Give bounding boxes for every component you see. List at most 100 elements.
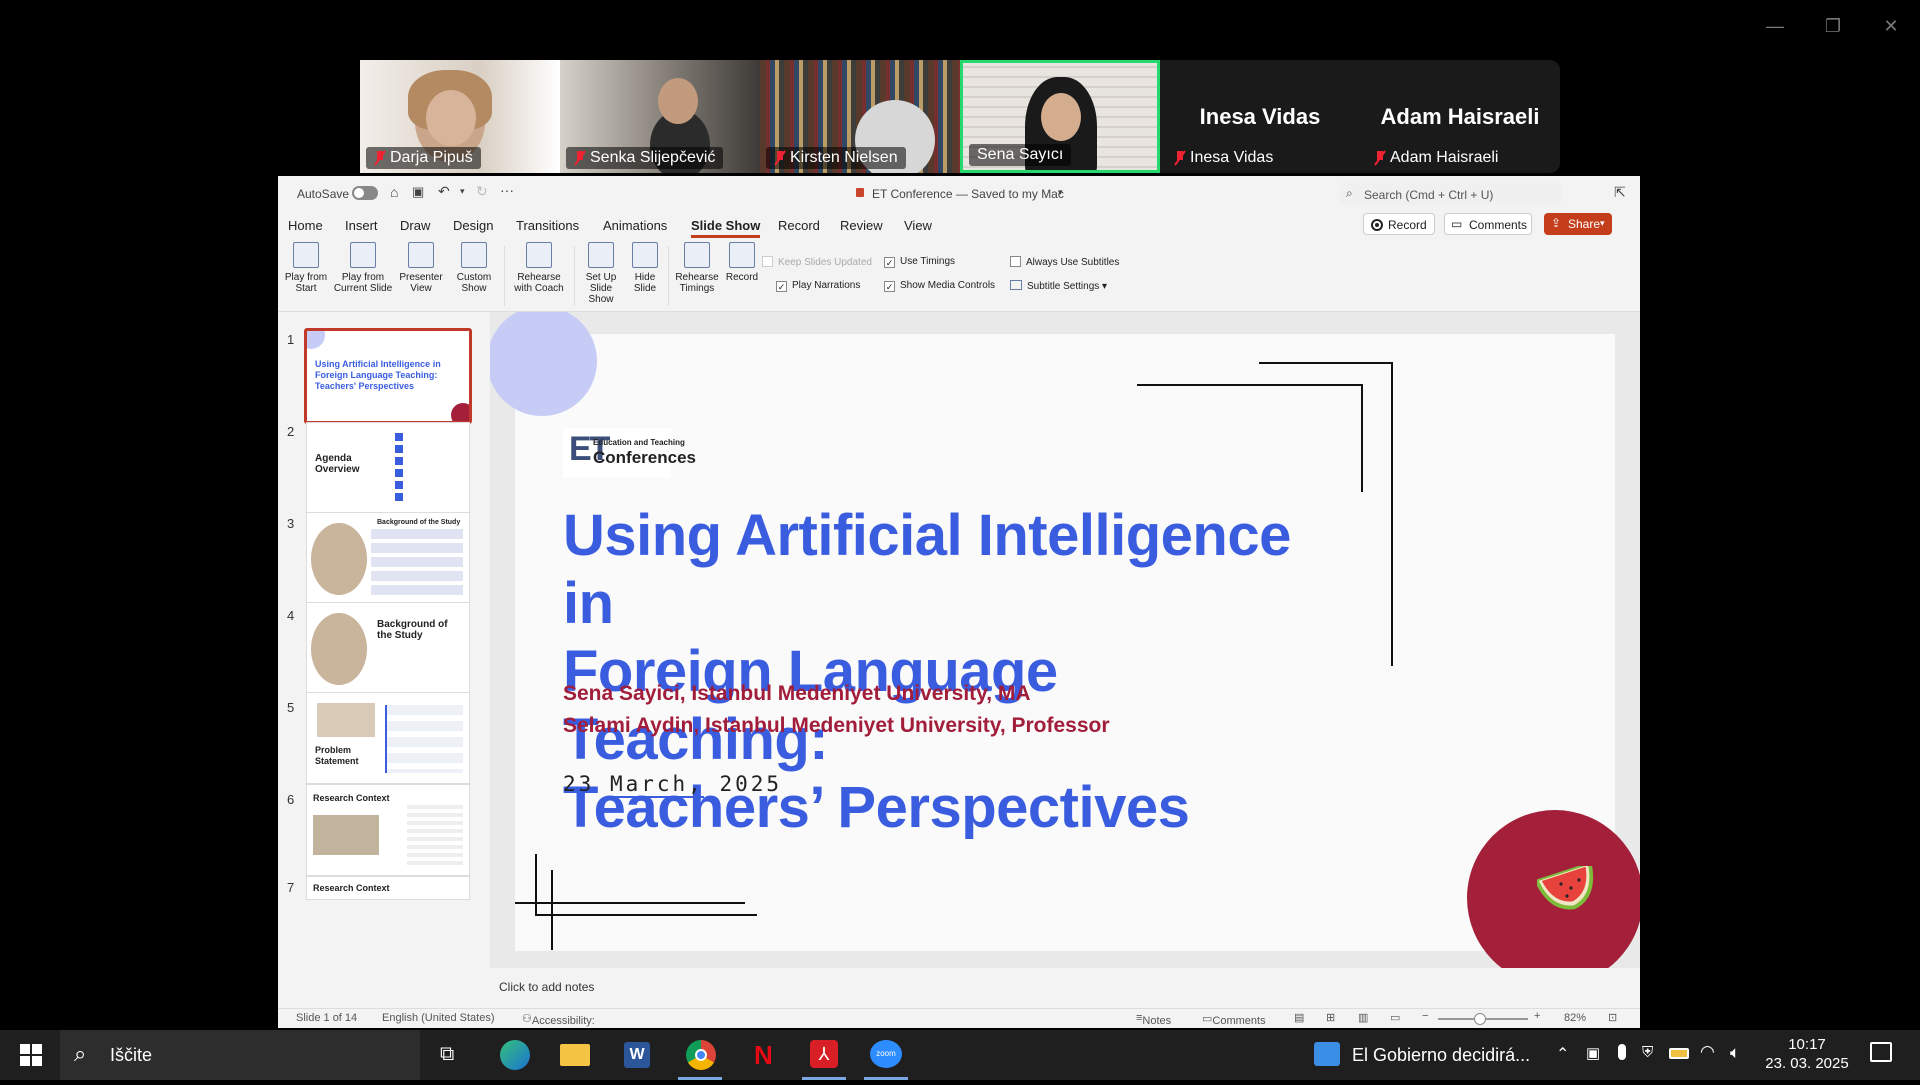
slide-thumbnail-5[interactable]: Problem Statement <box>306 692 470 784</box>
fit-slide-icon[interactable]: ⊡ <box>1608 1011 1617 1024</box>
search-icon: ⌕ <box>1346 186 1353 200</box>
task-view-icon[interactable]: ⧉ <box>430 1030 470 1080</box>
zoom-level[interactable]: 82% <box>1564 1012 1586 1024</box>
accessibility-status[interactable]: ⚇ Accessibility: Investigate <box>522 1012 595 1028</box>
zoom-out-icon[interactable]: − <box>1422 1010 1428 1022</box>
presenter-view-button[interactable]: Presenter View <box>396 242 446 294</box>
tab-slide-show[interactable]: Slide Show <box>691 218 761 238</box>
participant-tile[interactable]: Kirsten Nielsen <box>760 60 960 173</box>
windows-taskbar: ⌕ Iščite ⧉ W N ⅄ zoom El Gobierno decidi… <box>0 1030 1920 1080</box>
slide-thumbnail-1[interactable]: Using Artificial Intelligence in Foreign… <box>304 328 472 424</box>
security-icon[interactable]: ⛨ <box>1638 1030 1662 1080</box>
play-from-current-button[interactable]: Play from Current Slide <box>332 242 394 294</box>
tab-animations[interactable]: Animations <box>603 218 667 233</box>
slide-thumbnail-7[interactable]: Research Context <box>306 876 470 900</box>
tab-draw[interactable]: Draw <box>400 218 430 233</box>
play-from-start-button[interactable]: Play from Start <box>284 242 328 294</box>
zoom-icon[interactable]: zoom <box>864 1030 908 1080</box>
microphone-icon[interactable] <box>1610 1030 1634 1080</box>
clock[interactable]: 10:17 23. 03. 2025 <box>1762 1030 1852 1080</box>
share-link-icon[interactable]: ⇱ <box>1614 184 1626 201</box>
participant-tile[interactable]: Senka Slijepčević <box>560 60 760 173</box>
autosave-toggle[interactable] <box>352 186 378 200</box>
record-button[interactable]: Record <box>1363 213 1435 235</box>
tray-overflow-icon[interactable]: ⌃ <box>1552 1030 1576 1080</box>
subtitle-settings-dropdown[interactable]: Subtitle Settings ▾ <box>1010 280 1107 292</box>
acrobat-icon[interactable]: ⅄ <box>802 1030 846 1080</box>
setup-slide-show-button[interactable]: Set Up Slide Show <box>576 242 626 305</box>
normal-view-icon[interactable]: ▤ <box>1294 1011 1304 1024</box>
chrome-icon[interactable] <box>678 1030 722 1080</box>
participant-tile[interactable]: Inesa Vidas Inesa Vidas <box>1160 60 1360 173</box>
home-icon[interactable]: ⌂ <box>390 184 398 200</box>
restore-button[interactable]: ❐ <box>1818 14 1848 38</box>
news-widget[interactable]: El Gobierno decidirá... <box>1310 1030 1540 1080</box>
battery-icon[interactable] <box>1666 1030 1692 1080</box>
slide-thumbnail-6[interactable]: Research Context <box>306 784 470 876</box>
record-slideshow-button[interactable]: Record <box>724 242 760 283</box>
taskbar-search-text: Iščite <box>110 1045 153 1065</box>
participant-display-name: Adam Haisraeli <box>1380 104 1540 129</box>
slide-thumbnail-2[interactable]: Agenda Overview <box>306 422 470 514</box>
slide[interactable]: ET Education and Teaching Conferences Us… <box>490 312 1640 968</box>
notifications-icon[interactable] <box>1862 1030 1902 1080</box>
always-use-subtitles-checkbox[interactable]: Always Use Subtitles <box>1010 256 1119 268</box>
start-button[interactable] <box>12 1030 52 1080</box>
tab-transitions[interactable]: Transitions <box>516 218 579 233</box>
participant-tile-active[interactable]: Sena Sayıcı <box>960 60 1160 173</box>
search-box[interactable]: ⌕ Search (Cmd + Ctrl + U) <box>1340 183 1562 205</box>
file-explorer-icon[interactable] <box>554 1030 598 1080</box>
play-narrations-checkbox[interactable]: ✓ Play Narrations <box>776 280 860 292</box>
close-button[interactable]: ✕ <box>1876 14 1906 38</box>
slide-sorter-icon[interactable]: ⊞ <box>1326 1011 1335 1024</box>
minimize-button[interactable]: — <box>1760 14 1790 38</box>
tab-view[interactable]: View <box>904 218 932 233</box>
notes-pane[interactable]: Click to add notes <box>490 968 1640 1008</box>
tab-design[interactable]: Design <box>453 218 493 233</box>
word-icon[interactable]: W <box>616 1030 660 1080</box>
rehearse-timings-button[interactable]: Rehearse Timings <box>672 242 722 294</box>
play-icon <box>293 242 319 268</box>
show-media-controls-checkbox[interactable]: ✓ Show Media Controls <box>884 280 995 292</box>
participant-tile[interactable]: Adam Haisraeli Adam Haisraeli <box>1360 60 1560 173</box>
slide-author-2[interactable]: Selami Aydin, Istanbul Medeniyet Univers… <box>563 714 1110 738</box>
language-status[interactable]: English (United States) <box>382 1012 495 1024</box>
slide-author-1[interactable]: Sena Sayici, Istanbul Medeniyet Universi… <box>563 682 1031 706</box>
taskbar-search[interactable]: ⌕ Iščite <box>60 1030 420 1080</box>
redo-icon[interactable]: ↻ <box>476 183 488 200</box>
camera-icon[interactable]: ▣ <box>1582 1030 1606 1080</box>
custom-show-icon <box>461 242 487 268</box>
comments-button[interactable]: ▭ Comments <box>1444 213 1532 235</box>
document-title[interactable]: ET Conference — Saved to my Mac <box>872 187 1064 201</box>
custom-show-button[interactable]: Custom Show <box>452 242 496 294</box>
tab-review[interactable]: Review <box>840 218 883 233</box>
more-icon[interactable]: ··· <box>500 182 514 198</box>
tab-record[interactable]: Record <box>778 218 820 233</box>
undo-icon[interactable]: ↶ <box>438 183 450 200</box>
keep-slides-updated-checkbox[interactable]: Keep Slides Updated <box>762 256 872 268</box>
rehearse-with-coach-button[interactable]: Rehearse with Coach <box>510 242 568 294</box>
comments-toggle[interactable]: ▭ Comments <box>1202 1012 1266 1027</box>
slide-date[interactable]: 23 March, 2025 <box>563 772 782 798</box>
notes-toggle[interactable]: ≡ Notes <box>1136 1012 1171 1027</box>
edge-icon[interactable] <box>492 1030 536 1080</box>
hide-slide-button[interactable]: Hide Slide <box>628 242 662 294</box>
slide-thumbnail-4[interactable]: Background of the Study <box>306 602 470 694</box>
participant-tile[interactable]: Darja Pipuš <box>360 60 560 173</box>
slide-thumbnail-3[interactable]: Background of the Study <box>306 512 470 604</box>
zoom-slider[interactable] <box>1438 1013 1528 1025</box>
slideshow-view-icon[interactable]: ▭ <box>1390 1011 1400 1024</box>
title-chevron-icon[interactable]: ▾ <box>1058 187 1063 198</box>
dropdown-icon[interactable]: ▾ <box>460 186 465 197</box>
zoom-in-icon[interactable]: + <box>1534 1010 1540 1022</box>
volume-icon[interactable]: 🔈︎ <box>1726 1030 1752 1080</box>
reading-view-icon[interactable]: ▥ <box>1358 1011 1368 1024</box>
netflix-icon[interactable]: N <box>740 1030 784 1080</box>
tab-home[interactable]: Home <box>288 218 323 233</box>
use-timings-checkbox[interactable]: ✓ Use Timings <box>884 256 955 268</box>
wifi-icon[interactable]: ◠ <box>1696 1030 1722 1080</box>
tab-insert[interactable]: Insert <box>345 218 378 233</box>
notes-placeholder: Click to add notes <box>499 980 595 994</box>
save-icon[interactable]: ▣ <box>412 184 424 200</box>
share-button[interactable]: ⇪ Share ▾ <box>1544 213 1612 235</box>
